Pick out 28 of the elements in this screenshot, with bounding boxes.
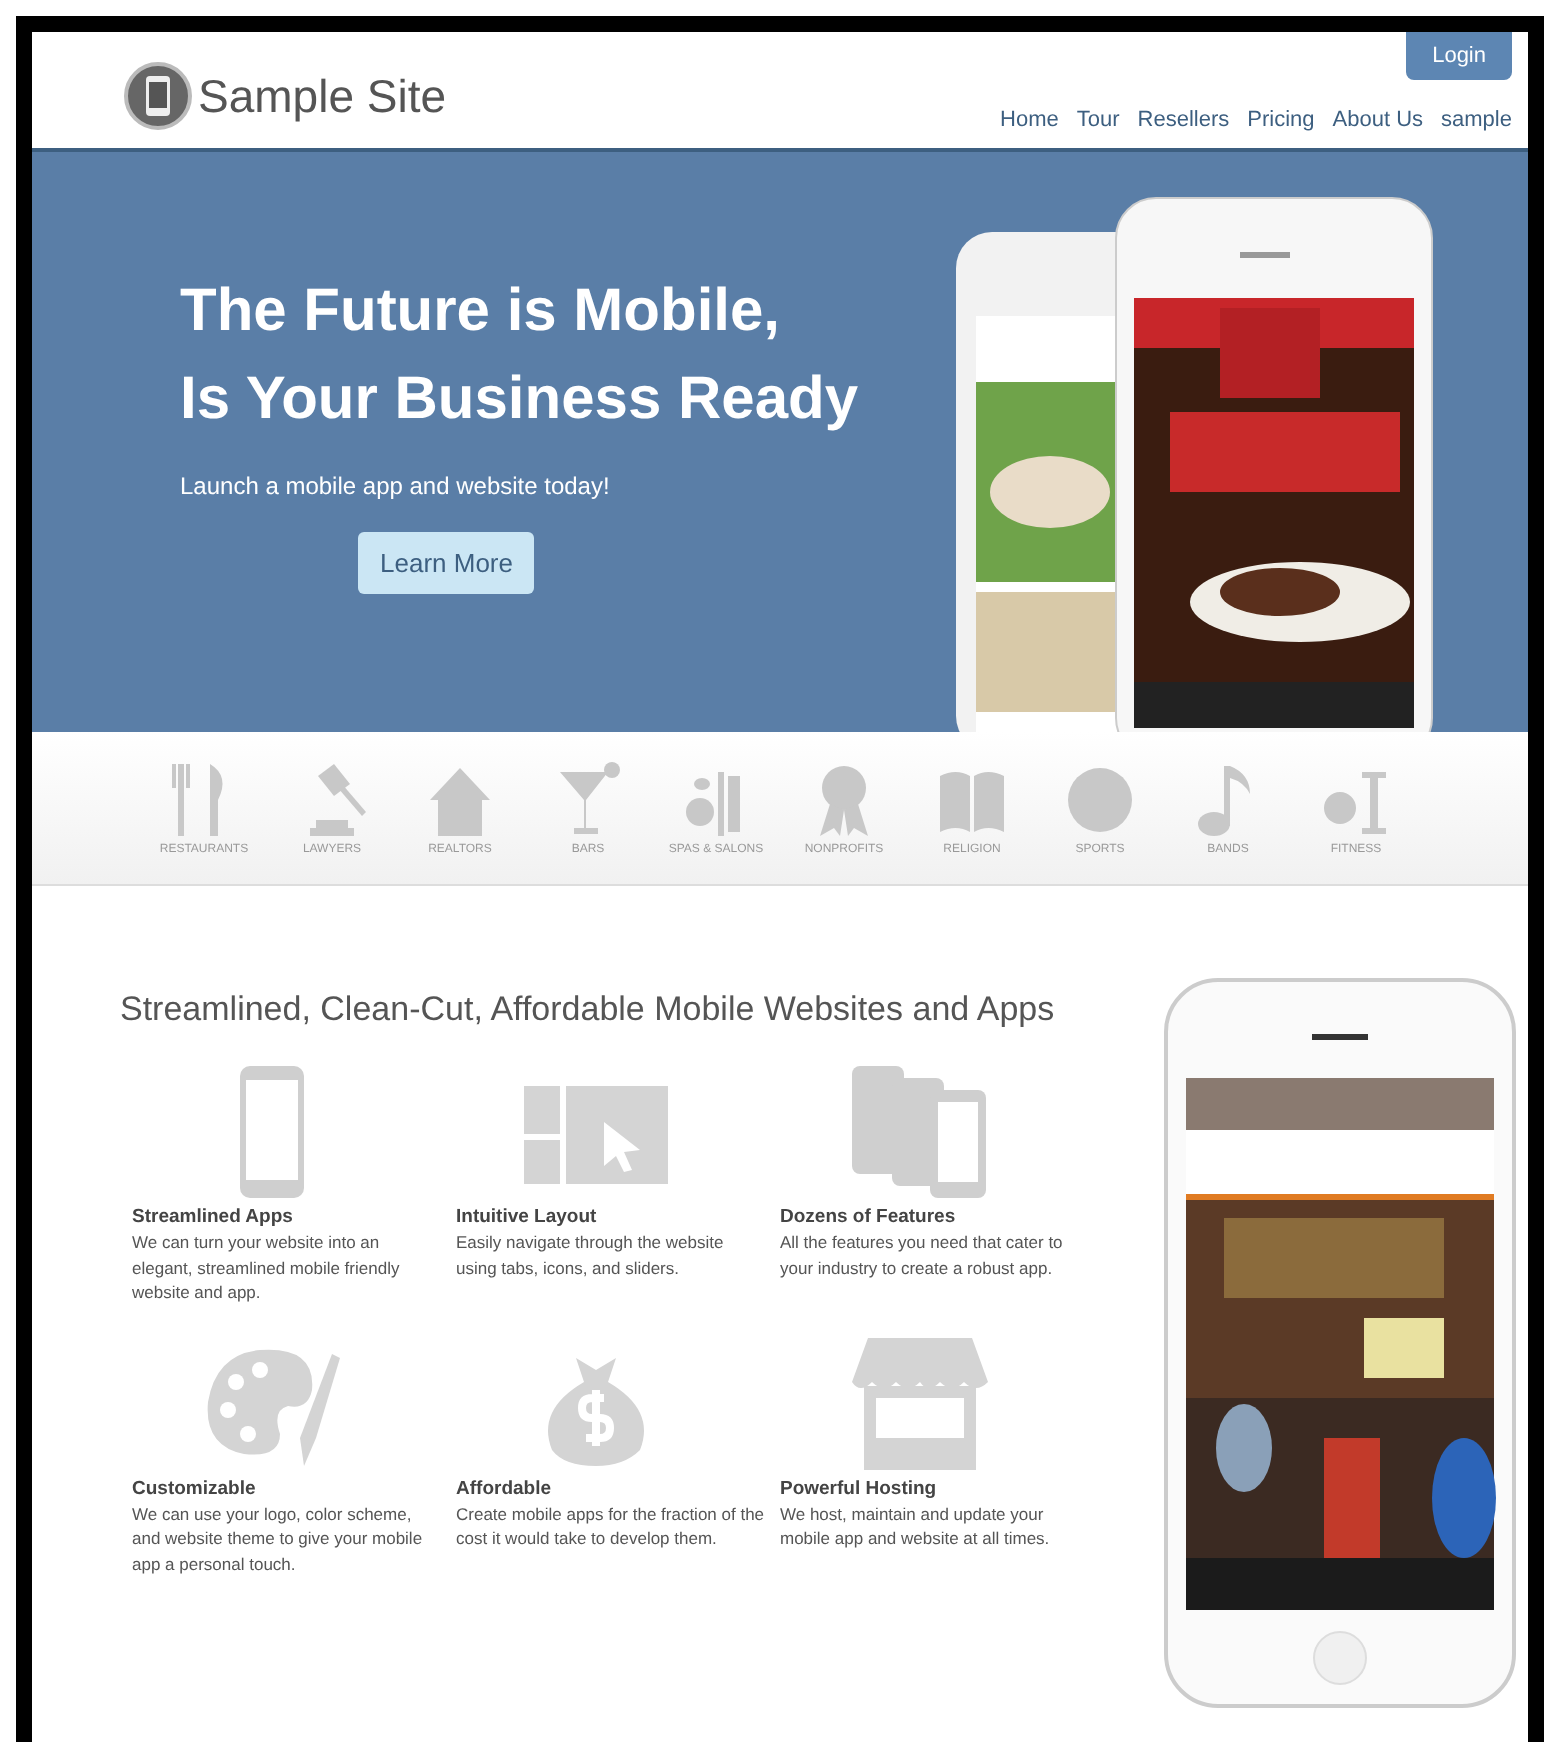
logo-icon <box>124 62 192 130</box>
feature-description: Easily navigate through the website using tabs, icons, and sliders. <box>456 1230 726 1280</box>
learn-more-button[interactable]: Learn More <box>358 532 535 594</box>
feature-description: Create mobile apps for the fraction of the cost it would take to develop them. <box>456 1501 766 1551</box>
nav-link[interactable]: Resellers <box>1137 108 1230 132</box>
feature-description: We can turn your website into an elegant, streamlined mobile friendly website and app. <box>132 1230 402 1305</box>
feature-description: We host, maintain and update your mobile app and website at all times. <box>780 1501 1052 1551</box>
feature-description: We can use your logo, color scheme, and website theme to give your mobile app a personal touch. <box>132 1501 425 1576</box>
nav-link[interactable]: Pricing <box>1247 108 1315 132</box>
nav-link[interactable]: About Us <box>1332 108 1424 132</box>
nav-link[interactable]: sample <box>1441 108 1512 132</box>
feature-title: Powerful Hosting <box>780 1477 939 1499</box>
section-heading: Streamlined, Clean-Cut, Affordable Mobile Websites and Apps <box>120 990 1057 1030</box>
nav-link[interactable]: Home <box>1000 108 1059 132</box>
storefront-icon <box>848 1337 992 1469</box>
cocktail-icon[interactable] <box>554 760 622 840</box>
feature-title: Affordable <box>456 1477 553 1499</box>
feature-title: Dozens of Features <box>780 1206 958 1228</box>
site-name[interactable]: Sample Site <box>198 69 447 123</box>
hero-subtitle: Launch a mobile app and website today! <box>180 472 610 500</box>
phones-icon <box>848 1066 992 1198</box>
feature-title: Intuitive Layout <box>456 1206 599 1228</box>
feature-title: Streamlined Apps <box>132 1206 295 1228</box>
feature-title: Customizable <box>132 1477 258 1499</box>
feature-description: All the features you need that cater to your industry to create a robust app. <box>780 1230 1065 1280</box>
hero-title: The Future is Mobile, Is Your Business Ready <box>180 276 859 436</box>
nav-link[interactable]: Tour <box>1076 108 1120 132</box>
login-button[interactable]: Login <box>1406 32 1512 80</box>
